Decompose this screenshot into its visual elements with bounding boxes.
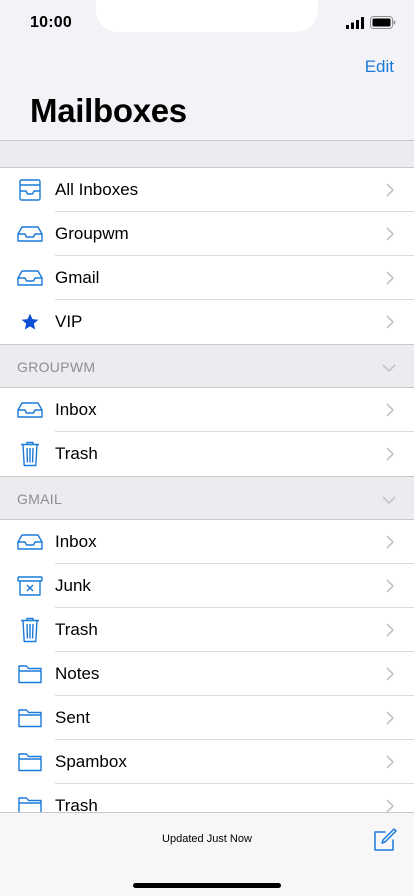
update-status-text: Updated Just Now <box>162 833 252 845</box>
status-bar: 10:00 <box>0 0 414 48</box>
edit-button[interactable]: Edit <box>365 57 394 77</box>
cellular-signal-icon <box>346 16 364 29</box>
chevron-right-icon <box>386 227 395 246</box>
inbox-icon <box>16 222 44 246</box>
list-top-spacer <box>0 140 414 168</box>
inbox-icon <box>16 398 44 422</box>
mailbox-label: All Inboxes <box>55 180 139 199</box>
mailbox-label: Junk <box>55 576 91 595</box>
mailbox-row-gmail-inbox[interactable]: Inbox <box>0 520 414 564</box>
chevron-right-icon <box>386 271 395 290</box>
mailbox-row-groupwm-trash[interactable]: Trash <box>0 432 414 476</box>
chevron-right-icon <box>386 315 395 334</box>
chevron-right-icon <box>386 183 395 202</box>
trash-icon <box>16 441 44 467</box>
mailbox-row-gmail[interactable]: Gmail <box>0 256 414 300</box>
folder-icon <box>16 794 44 812</box>
mailbox-row-groupwm[interactable]: Groupwm <box>0 212 414 256</box>
mailbox-list[interactable]: All Inboxes Groupwm Gmail VIP GROUPWM In… <box>0 140 414 812</box>
battery-icon <box>370 16 396 29</box>
chevron-right-icon <box>386 535 395 554</box>
folder-icon <box>16 662 44 686</box>
status-time: 10:00 <box>30 14 72 31</box>
favorites-group: All Inboxes Groupwm Gmail VIP <box>0 168 414 344</box>
trash-icon <box>16 617 44 643</box>
chevron-right-icon <box>386 799 395 812</box>
section-label: GROUPWM <box>17 359 96 375</box>
mailbox-row-gmail-trash[interactable]: Trash <box>0 608 414 652</box>
mailbox-label: Inbox <box>55 400 97 419</box>
section-label: GMAIL <box>17 491 63 507</box>
chevron-down-icon[interactable] <box>382 359 396 377</box>
chevron-down-icon[interactable] <box>382 491 396 509</box>
inbox-icon <box>16 266 44 290</box>
mailbox-row-groupwm-inbox[interactable]: Inbox <box>0 388 414 432</box>
folder-icon <box>16 706 44 730</box>
mailbox-label: Notes <box>55 664 100 683</box>
mailbox-label: VIP <box>55 312 83 331</box>
mailbox-label: Groupwm <box>55 224 129 243</box>
junk-icon <box>16 574 44 598</box>
chevron-right-icon <box>386 623 395 642</box>
section-header-gmail[interactable]: GMAIL <box>0 476 414 520</box>
compose-icon[interactable] <box>372 827 398 853</box>
mailbox-row-vip[interactable]: VIP <box>0 300 414 344</box>
chevron-right-icon <box>386 579 395 598</box>
mailbox-row-all-inboxes[interactable]: All Inboxes <box>0 168 414 212</box>
mailbox-row-gmail-trash-folder[interactable]: Trash <box>0 784 414 812</box>
mailbox-label: Trash <box>55 444 98 463</box>
page-title: Mailboxes <box>30 92 187 129</box>
mailbox-label: Trash <box>55 796 98 812</box>
mailbox-label: Inbox <box>55 532 97 551</box>
mailbox-label: Gmail <box>55 268 100 287</box>
groupwm-group: Inbox Trash <box>0 388 414 476</box>
inbox-icon <box>16 530 44 554</box>
chevron-right-icon <box>386 403 395 422</box>
chevron-right-icon <box>386 711 395 730</box>
status-icons <box>346 16 396 29</box>
mailbox-row-gmail-notes[interactable]: Notes <box>0 652 414 696</box>
bottom-toolbar: Updated Just Now <box>0 812 414 896</box>
gmail-group: Inbox Junk Trash Notes Sent Spambox Tras… <box>0 520 414 812</box>
notch <box>96 0 318 32</box>
section-header-groupwm[interactable]: GROUPWM <box>0 344 414 388</box>
mailbox-row-gmail-spambox[interactable]: Spambox <box>0 740 414 784</box>
mailbox-row-gmail-sent[interactable]: Sent <box>0 696 414 740</box>
mailbox-row-gmail-junk[interactable]: Junk <box>0 564 414 608</box>
mailbox-label: Trash <box>55 620 98 639</box>
chevron-right-icon <box>386 755 395 774</box>
mailbox-label: Spambox <box>55 752 127 771</box>
mailbox-label: Sent <box>55 708 90 727</box>
star-icon <box>16 310 44 334</box>
chevron-right-icon <box>386 447 395 466</box>
all-inboxes-icon <box>16 178 44 202</box>
chevron-right-icon <box>386 667 395 686</box>
home-indicator[interactable] <box>133 883 281 888</box>
folder-icon <box>16 750 44 774</box>
phone-screen: 10:00 Edit Mailboxes All Inboxes Groupwm… <box>0 0 414 896</box>
